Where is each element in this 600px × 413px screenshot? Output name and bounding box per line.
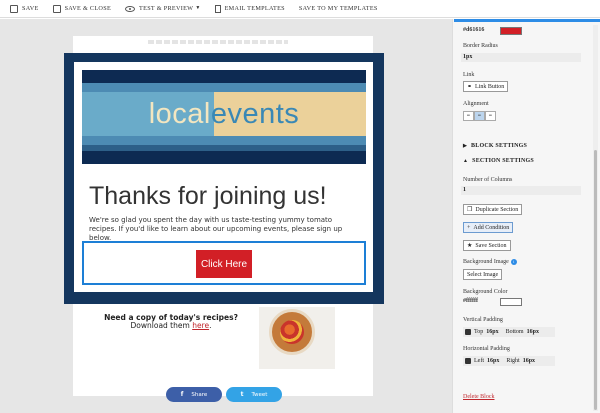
duplicate-icon: ❐ — [467, 207, 473, 213]
local-events-banner-image: local events — [82, 70, 366, 164]
duplicate-section-button[interactable]: ❐ Duplicate Section — [463, 204, 523, 215]
chevron-down-icon: ▲ — [463, 158, 469, 164]
recipes-download-text: Download them here. — [130, 321, 212, 330]
tart-photo — [259, 307, 335, 369]
save-button[interactable]: SAVE — [10, 4, 39, 13]
top-padding-value[interactable]: 16px — [486, 329, 498, 335]
save-to-templates-label: SAVE TO MY TEMPLATES — [298, 5, 378, 12]
test-preview-label: TEST & PREVIEW — [139, 5, 194, 12]
link-button[interactable]: ⚭ Link Button — [463, 81, 509, 92]
background-color-label: Background Color — [463, 289, 508, 295]
vertical-padding-label: Vertical Padding — [463, 317, 503, 323]
background-image-label: Background Image i — [463, 259, 517, 265]
right-padding-value[interactable]: 16px — [523, 358, 535, 364]
banner-logo-text: local events — [82, 94, 366, 134]
save-close-label: SAVE & CLOSE — [64, 5, 112, 12]
save-label: SAVE — [22, 5, 39, 12]
panel-scrollbar-thumb[interactable] — [594, 150, 597, 410]
email-templates-label: EMAIL TEMPLATES — [224, 5, 285, 12]
star-icon: ★ — [467, 243, 473, 249]
section-settings-header[interactable]: ▲ SECTION SETTINGS — [463, 158, 534, 164]
background-color-swatch[interactable] — [500, 298, 522, 306]
test-preview-button[interactable]: TEST & PREVIEW ▼ — [125, 5, 201, 12]
horizontal-padding-label: Horizontal Padding — [463, 346, 510, 352]
lock-icon[interactable] — [465, 358, 471, 364]
alignment-buttons: ≡ ≡ ≡ — [463, 111, 496, 121]
vertical-padding-row: Top 16px Bottom 16px — [463, 327, 555, 337]
facebook-icon: f — [180, 391, 184, 398]
delete-block-link[interactable]: Delete Block — [463, 394, 495, 400]
align-center-icon[interactable]: ≡ — [474, 111, 485, 121]
document-icon — [214, 4, 221, 13]
banner-word-events: events — [210, 97, 300, 130]
eye-icon — [125, 5, 136, 12]
save-close-button[interactable]: SAVE & CLOSE — [52, 4, 112, 13]
banner-word-local: local — [148, 97, 211, 130]
tomato-tart-image — [269, 309, 315, 355]
color-hex-value[interactable]: #d61616 — [463, 27, 484, 33]
save-section-button[interactable]: ★ Save Section — [463, 240, 511, 251]
add-condition-button[interactable]: + Add Condition — [463, 222, 514, 233]
panel-accent-bar — [454, 19, 600, 22]
number-of-columns-label: Number of Columns — [463, 177, 513, 183]
horizontal-padding-row: Left 16px Right 16px — [463, 356, 555, 366]
twitter-tweet-button[interactable]: t Tweet — [226, 387, 282, 402]
floppy-icon — [10, 4, 18, 13]
left-padding-value[interactable]: 16px — [487, 358, 499, 364]
lock-icon[interactable] — [465, 329, 471, 335]
link-label: Link — [463, 72, 475, 78]
top-toolbar: SAVE SAVE & CLOSE TEST & PREVIEW ▼ EMAIL… — [0, 0, 600, 18]
preheader-text-placeholder — [148, 40, 288, 44]
block-settings-header[interactable]: ▶ BLOCK SETTINGS — [463, 143, 527, 149]
download-here-link[interactable]: here — [192, 321, 209, 330]
button-color-swatch[interactable] — [500, 27, 522, 35]
save-to-templates-button[interactable]: SAVE TO MY TEMPLATES — [299, 5, 378, 12]
bottom-padding-value[interactable]: 16px — [527, 329, 539, 335]
align-right-icon[interactable]: ≡ — [485, 111, 496, 121]
select-image-button[interactable]: Select Image — [463, 269, 503, 280]
floppy-icon — [52, 4, 61, 13]
tweet-label: Tweet — [251, 391, 268, 398]
settings-panel — [452, 19, 600, 413]
email-headline: Thanks for joining us! — [89, 182, 327, 210]
chevron-right-icon: ▶ — [463, 144, 468, 149]
facebook-share-button[interactable]: f Share — [166, 387, 222, 402]
alignment-label: Alignment — [463, 101, 489, 107]
twitter-icon: t — [240, 391, 244, 398]
border-radius-field[interactable]: 1px — [461, 53, 581, 62]
caret-down-icon: ▼ — [195, 6, 201, 11]
align-left-icon[interactable]: ≡ — [463, 111, 474, 121]
email-body-text: We're so glad you spent the day with us … — [89, 216, 343, 242]
border-radius-label: Border Radius — [463, 43, 498, 49]
share-label: Share — [191, 391, 208, 398]
click-here-button[interactable]: Click Here — [196, 250, 252, 278]
background-color-value[interactable]: #ffffff — [463, 298, 478, 304]
link-icon: ⚭ — [467, 84, 473, 90]
email-templates-button[interactable]: EMAIL TEMPLATES — [214, 4, 285, 13]
plus-icon: + — [467, 224, 471, 231]
info-icon[interactable]: i — [510, 259, 517, 265]
number-of-columns-field[interactable]: 1 — [461, 186, 581, 195]
